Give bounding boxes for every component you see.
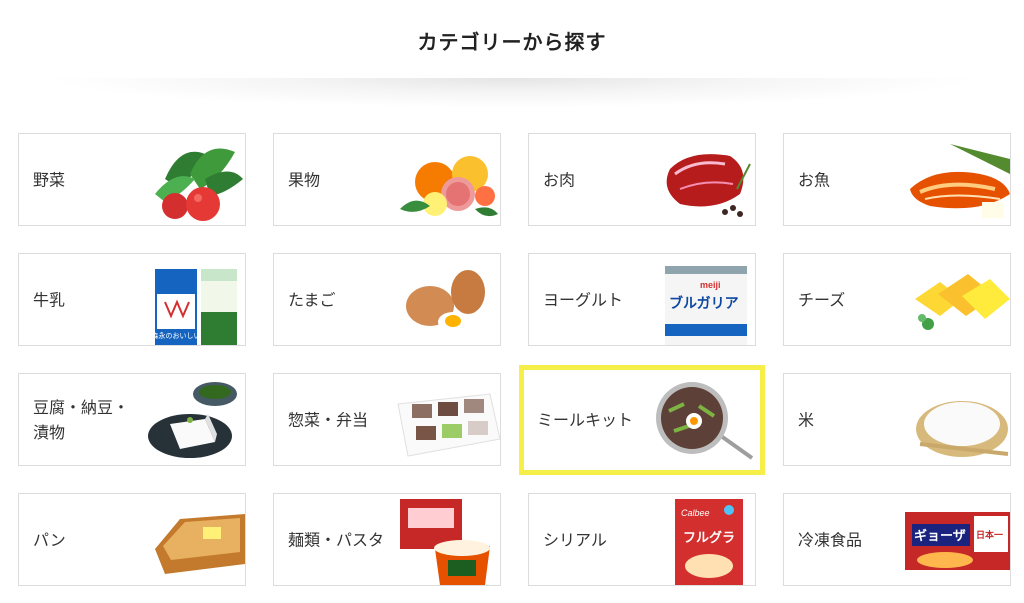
page-title: カテゴリーから探す bbox=[417, 30, 607, 54]
deli-icon bbox=[397, 393, 500, 457]
category-card-noodles[interactable]: 麺類・パスタ bbox=[273, 493, 501, 586]
category-label: お魚 bbox=[798, 170, 831, 189]
cheese-icon bbox=[915, 274, 1010, 330]
svg-text:Calbee: Calbee bbox=[681, 508, 710, 518]
milk-icon: 森永のおいしい bbox=[152, 269, 237, 345]
meal-kit-icon bbox=[656, 382, 754, 460]
category-card-frozen-food[interactable]: 冷凍食品 ギョーザ 日本一 bbox=[783, 493, 1011, 586]
cereal-icon: Calbee フルグラ bbox=[675, 499, 743, 585]
header-divider bbox=[40, 78, 984, 108]
category-label: パン bbox=[33, 530, 66, 549]
egg-icon bbox=[406, 270, 485, 332]
svg-text:ブルガリア: ブルガリア bbox=[669, 295, 739, 312]
category-card-yogurt[interactable]: ヨーグルト meiji ブルガリア bbox=[528, 253, 756, 346]
category-card-meat[interactable]: お肉 bbox=[528, 133, 756, 226]
svg-text:ギョーザ: ギョーザ bbox=[914, 528, 966, 544]
category-label: 米 bbox=[798, 410, 815, 429]
bread-icon bbox=[155, 514, 245, 574]
category-label: チーズ bbox=[798, 290, 846, 309]
fruits-icon bbox=[400, 156, 498, 217]
category-label: 麺類・パスタ bbox=[288, 530, 385, 549]
svg-text:meiji: meiji bbox=[700, 280, 721, 290]
svg-text:日本一: 日本一 bbox=[976, 529, 1003, 541]
category-card-fruits[interactable]: 果物 bbox=[273, 133, 501, 226]
category-card-meal-kit[interactable]: ミールキット bbox=[519, 365, 765, 475]
category-label: シリアル bbox=[543, 530, 607, 549]
category-label: 豆腐・納豆・漬物 bbox=[33, 397, 130, 442]
category-card-fish[interactable]: お魚 bbox=[783, 133, 1011, 226]
category-card-cereal[interactable]: シリアル Calbee フルグラ bbox=[528, 493, 756, 586]
category-card-eggs[interactable]: たまご bbox=[273, 253, 501, 346]
tofu-icon bbox=[148, 382, 237, 458]
category-card-rice[interactable]: 米 bbox=[783, 373, 1011, 466]
meat-icon bbox=[666, 154, 751, 217]
category-label: 野菜 bbox=[33, 170, 66, 189]
category-label: 冷凍食品 bbox=[798, 530, 863, 549]
category-card-tofu[interactable]: 豆腐・納豆・漬物 bbox=[18, 373, 246, 466]
category-card-vegetables[interactable]: 野菜 bbox=[18, 133, 246, 226]
category-label: お肉 bbox=[543, 170, 576, 189]
svg-text:フルグラ: フルグラ bbox=[683, 530, 735, 546]
yogurt-icon: meiji ブルガリア bbox=[665, 266, 747, 345]
category-label: たまご bbox=[288, 290, 336, 309]
fish-icon bbox=[910, 144, 1010, 218]
frozen-food-icon: ギョーザ 日本一 bbox=[905, 512, 1010, 570]
category-card-milk[interactable]: 牛乳 森永のおいしい bbox=[18, 253, 246, 346]
category-card-cheese[interactable]: チーズ bbox=[783, 253, 1011, 346]
category-label: ヨーグルト bbox=[543, 290, 624, 309]
svg-text:森永のおいしい: 森永のおいしい bbox=[152, 331, 201, 340]
vegetables-icon bbox=[155, 148, 243, 221]
category-card-deli[interactable]: 惣菜・弁当 bbox=[273, 373, 501, 466]
category-card-bread[interactable]: パン bbox=[18, 493, 246, 586]
category-label: 果物 bbox=[288, 170, 321, 189]
rice-icon bbox=[916, 401, 1009, 457]
category-label: 惣菜・弁当 bbox=[288, 410, 369, 429]
noodles-icon bbox=[400, 499, 490, 585]
category-label: 牛乳 bbox=[33, 290, 66, 309]
category-label: ミールキット bbox=[537, 410, 634, 430]
section-header: カテゴリーから探す bbox=[0, 0, 1024, 110]
